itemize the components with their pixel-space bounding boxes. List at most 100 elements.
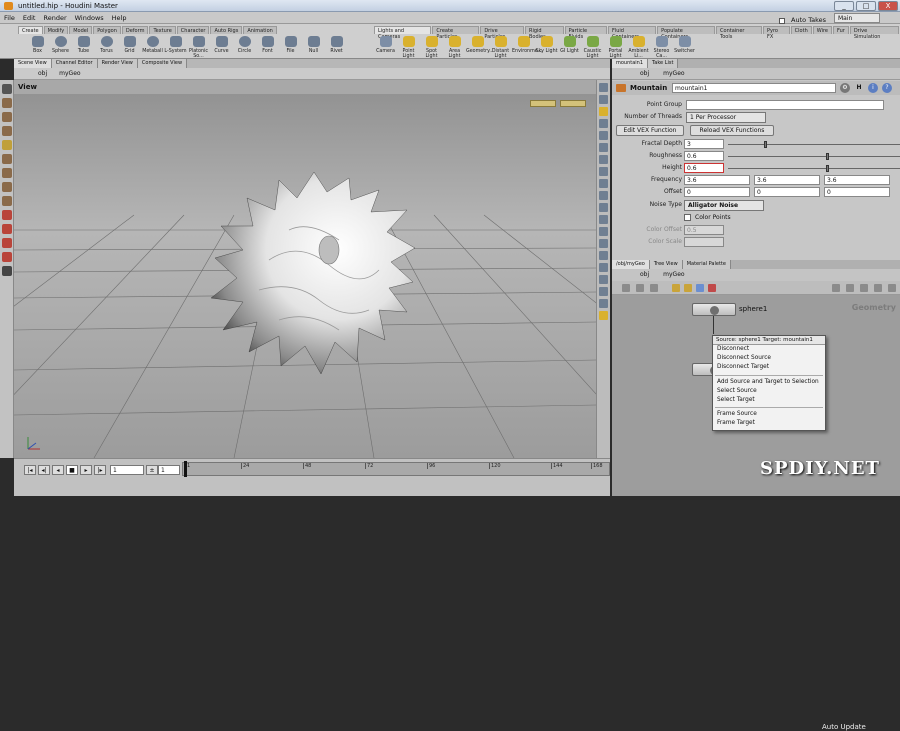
- bypass-icon[interactable]: [708, 284, 716, 292]
- visibility-icon[interactable]: [599, 215, 608, 224]
- node-name-field[interactable]: mountain1: [672, 83, 836, 93]
- ghost-icon[interactable]: [599, 167, 608, 176]
- menu-help[interactable]: Help: [108, 12, 131, 24]
- tab-channel-editor[interactable]: Channel Editor: [51, 59, 98, 68]
- template-icon[interactable]: [599, 179, 608, 188]
- shelf-tab-create-particles[interactable]: Create Particles: [432, 26, 480, 40]
- shelf-tab-cloth[interactable]: Cloth: [790, 26, 812, 34]
- info-icon[interactable]: i: [868, 83, 878, 93]
- display-options-icon[interactable]: [599, 83, 608, 92]
- move-tool-icon[interactable]: [2, 98, 12, 108]
- point-group-field[interactable]: [686, 100, 884, 110]
- grid-icon[interactable]: [650, 284, 658, 292]
- sync-icon[interactable]: [599, 287, 608, 296]
- tool-stereo-camera[interactable]: Stereo Ca...: [650, 35, 673, 59]
- menu-item-frame-source[interactable]: Frame Source: [713, 410, 825, 419]
- slider-knob[interactable]: [826, 165, 829, 172]
- shelf-tab-container-tools[interactable]: Container Tools: [716, 26, 762, 40]
- background-icon[interactable]: [599, 191, 608, 200]
- breadcrumb-obj[interactable]: obj: [38, 70, 47, 77]
- fractal-depth-field[interactable]: 3: [684, 139, 724, 149]
- tool-point-light[interactable]: Point Light: [397, 35, 420, 59]
- wireframe-icon[interactable]: [599, 131, 608, 140]
- color-palette-icon[interactable]: [672, 284, 680, 292]
- shelf-tab-deform[interactable]: Deform: [121, 26, 149, 34]
- scene-viewport[interactable]: View: [14, 80, 596, 458]
- shelf-tab-wire[interactable]: Wire: [812, 26, 832, 34]
- offset-x-field[interactable]: 0: [684, 187, 750, 197]
- help-icon[interactable]: ?: [882, 83, 892, 93]
- height-field[interactable]: 0.6: [684, 163, 724, 173]
- wires-icon[interactable]: [846, 284, 854, 292]
- toggle-icon[interactable]: [599, 299, 608, 308]
- camera-select-icon[interactable]: [599, 239, 608, 248]
- node-wire[interactable]: [713, 316, 714, 334]
- height-slider[interactable]: [728, 165, 900, 172]
- normals-icon[interactable]: [599, 155, 608, 164]
- tool-tube[interactable]: Tube: [72, 35, 95, 57]
- frame-step-icon[interactable]: ±: [146, 465, 158, 475]
- breadcrumb-obj[interactable]: obj: [640, 70, 649, 77]
- lock-icon[interactable]: [599, 95, 608, 104]
- tab-render-view[interactable]: Render View: [97, 59, 138, 68]
- close-button[interactable]: X: [878, 1, 898, 11]
- tool-portal-light[interactable]: Portal Light: [604, 35, 627, 59]
- node-flags-icon[interactable]: [696, 284, 704, 292]
- current-frame-field[interactable]: 1: [110, 465, 144, 475]
- link-icon[interactable]: [832, 284, 840, 292]
- link-icon[interactable]: [599, 275, 608, 284]
- tool-environment-light[interactable]: Environme...: [512, 35, 542, 57]
- layout-icon[interactable]: [636, 284, 644, 292]
- tool-ambient-light[interactable]: Ambient Li...: [627, 35, 650, 59]
- menu-item-frame-target[interactable]: Frame Target: [713, 419, 825, 428]
- help-h-icon[interactable]: H: [854, 83, 864, 93]
- camera-view-toggle[interactable]: [560, 100, 586, 107]
- auto-update-select[interactable]: Auto Update: [822, 723, 866, 731]
- stop-icon[interactable]: ■: [66, 465, 78, 475]
- tool-lsystem[interactable]: L-System: [164, 35, 187, 57]
- minimize-button[interactable]: _: [834, 1, 854, 11]
- menu-file[interactable]: File: [0, 12, 19, 24]
- flipbook-icon[interactable]: [599, 251, 608, 260]
- tool-file[interactable]: File: [279, 35, 302, 57]
- end-frame-field[interactable]: 1: [158, 465, 180, 475]
- shelf-tab-texture[interactable]: Texture: [149, 26, 176, 34]
- shelf-tab-populate-containers[interactable]: Populate Containers: [657, 26, 716, 40]
- playhead-marker[interactable]: [184, 461, 187, 477]
- shelf-tab-particle-fluids[interactable]: Particle Fluids: [564, 26, 607, 40]
- frequency-y-field[interactable]: 3.6: [754, 175, 820, 185]
- desktop-select[interactable]: Main: [834, 13, 880, 23]
- tool-area-light[interactable]: Area Light: [443, 35, 466, 59]
- noise-type-select[interactable]: Alligator Noise: [684, 200, 764, 211]
- tab-obj-mygeo[interactable]: /obj/myGeo: [612, 260, 650, 269]
- menu-item-select-source[interactable]: Select Source: [713, 387, 825, 396]
- camera-tool-icon[interactable]: [2, 252, 12, 262]
- tool-camera[interactable]: Camera: [374, 35, 397, 57]
- shelf-tab-drive-particles[interactable]: Drive Particles: [480, 26, 524, 40]
- menu-item-disconnect-source[interactable]: Disconnect Source: [713, 354, 825, 363]
- sphere1-node[interactable]: [692, 303, 736, 316]
- tool-sphere[interactable]: Sphere: [49, 35, 72, 57]
- scale-tool-icon[interactable]: [2, 126, 12, 136]
- go-start-icon[interactable]: |◂: [24, 465, 36, 475]
- offset-z-field[interactable]: 0: [824, 187, 890, 197]
- handle-tool-icon[interactable]: [2, 140, 12, 150]
- layout-icon[interactable]: [599, 227, 608, 236]
- grid-snap-icon[interactable]: [2, 238, 12, 248]
- breadcrumb-mygeo[interactable]: myGeo: [663, 271, 684, 278]
- tool-geometry-light[interactable]: Geometry...: [466, 35, 494, 57]
- shelf-tab-pyro-fx[interactable]: Pyro FX: [762, 26, 790, 40]
- gear-icon[interactable]: ⚙: [840, 83, 850, 93]
- tool-caustic-light[interactable]: Caustic Light: [581, 35, 604, 59]
- zoom-icon[interactable]: [860, 284, 868, 292]
- select-tool-icon[interactable]: [2, 84, 12, 94]
- shelf-tab-auto-rigs[interactable]: Auto Rigs: [210, 26, 243, 34]
- tab-material-palette[interactable]: Material Palette: [682, 260, 731, 269]
- tab-composite-view[interactable]: Composite View: [137, 59, 188, 68]
- tool-rivet[interactable]: Rivet: [325, 35, 348, 57]
- frequency-z-field[interactable]: 3.6: [824, 175, 890, 185]
- display-tool-icon[interactable]: [2, 266, 12, 276]
- menu-item-select-target[interactable]: Select Target: [713, 396, 825, 405]
- shelf-tab-modify[interactable]: Modify: [43, 26, 69, 34]
- tool-sky-light[interactable]: Sky Light: [535, 35, 558, 57]
